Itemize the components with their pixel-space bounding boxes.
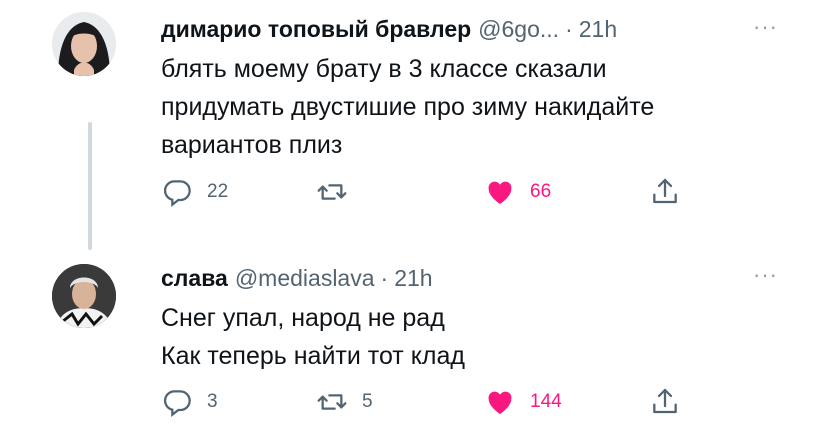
more-options-icon[interactable]: ···: [753, 262, 778, 288]
reply-count: 22: [207, 181, 229, 202]
reply-icon: [163, 390, 191, 417]
like-count: 66: [530, 181, 552, 202]
like-count: 144: [530, 391, 562, 412]
heart-icon: [488, 391, 512, 414]
reply-icon: [163, 180, 191, 207]
tweet-text-line: придумать двустишие про зиму накидайте: [161, 93, 655, 121]
tweet-text: Снег упал, народ не рад Как теперь найти…: [161, 299, 781, 375]
share-icon: [653, 388, 677, 414]
retweet-icon: [317, 394, 347, 410]
retweet-icon: [317, 184, 347, 200]
avatar[interactable]: [52, 12, 116, 76]
reply-button[interactable]: 3: [161, 386, 218, 418]
tweet-text-line: вариантов плиз: [161, 131, 343, 159]
retweet-button[interactable]: [316, 176, 362, 208]
avatar-photo: [52, 264, 116, 328]
heart-icon: [488, 181, 512, 204]
tweet-header: слава @mediaslava · 21h: [161, 265, 433, 292]
tweet-text-line: Снег упал, народ не рад: [161, 304, 445, 332]
reply-button[interactable]: 22: [161, 176, 228, 208]
timestamp[interactable]: 21h: [579, 16, 617, 43]
like-button[interactable]: 66: [484, 176, 551, 208]
reply-count: 3: [207, 391, 218, 412]
separator-dot: ·: [565, 16, 573, 42]
display-name[interactable]: димарио топовый бравлер: [161, 16, 471, 43]
more-options-icon[interactable]: ···: [753, 14, 778, 40]
display-name[interactable]: слава: [161, 265, 228, 292]
share-button[interactable]: [649, 386, 681, 418]
thread-connector-line: [88, 122, 92, 250]
tweet-header: димарио топовый бравлер @6go... · 21h: [161, 16, 617, 43]
user-handle[interactable]: @mediaslava: [235, 265, 375, 292]
avatar-photo: [52, 12, 116, 76]
action-bar: 3 5 144: [161, 386, 701, 426]
action-bar: 22 66: [161, 176, 701, 216]
retweet-button[interactable]: 5: [316, 386, 373, 418]
user-handle[interactable]: @6go...: [478, 16, 559, 43]
timestamp[interactable]: 21h: [394, 265, 432, 292]
share-icon: [653, 178, 677, 204]
like-button[interactable]: 144: [484, 386, 562, 418]
tweet-text-line: Как теперь найти тот клад: [161, 342, 465, 370]
tweet-text-line: блять моему брату в 3 классе сказали: [161, 55, 607, 83]
separator-dot: ·: [380, 265, 389, 291]
share-button[interactable]: [649, 176, 681, 208]
tweet-text: блять моему брату в 3 классе сказали при…: [161, 50, 781, 164]
avatar[interactable]: [52, 264, 116, 328]
retweet-count: 5: [362, 391, 373, 412]
